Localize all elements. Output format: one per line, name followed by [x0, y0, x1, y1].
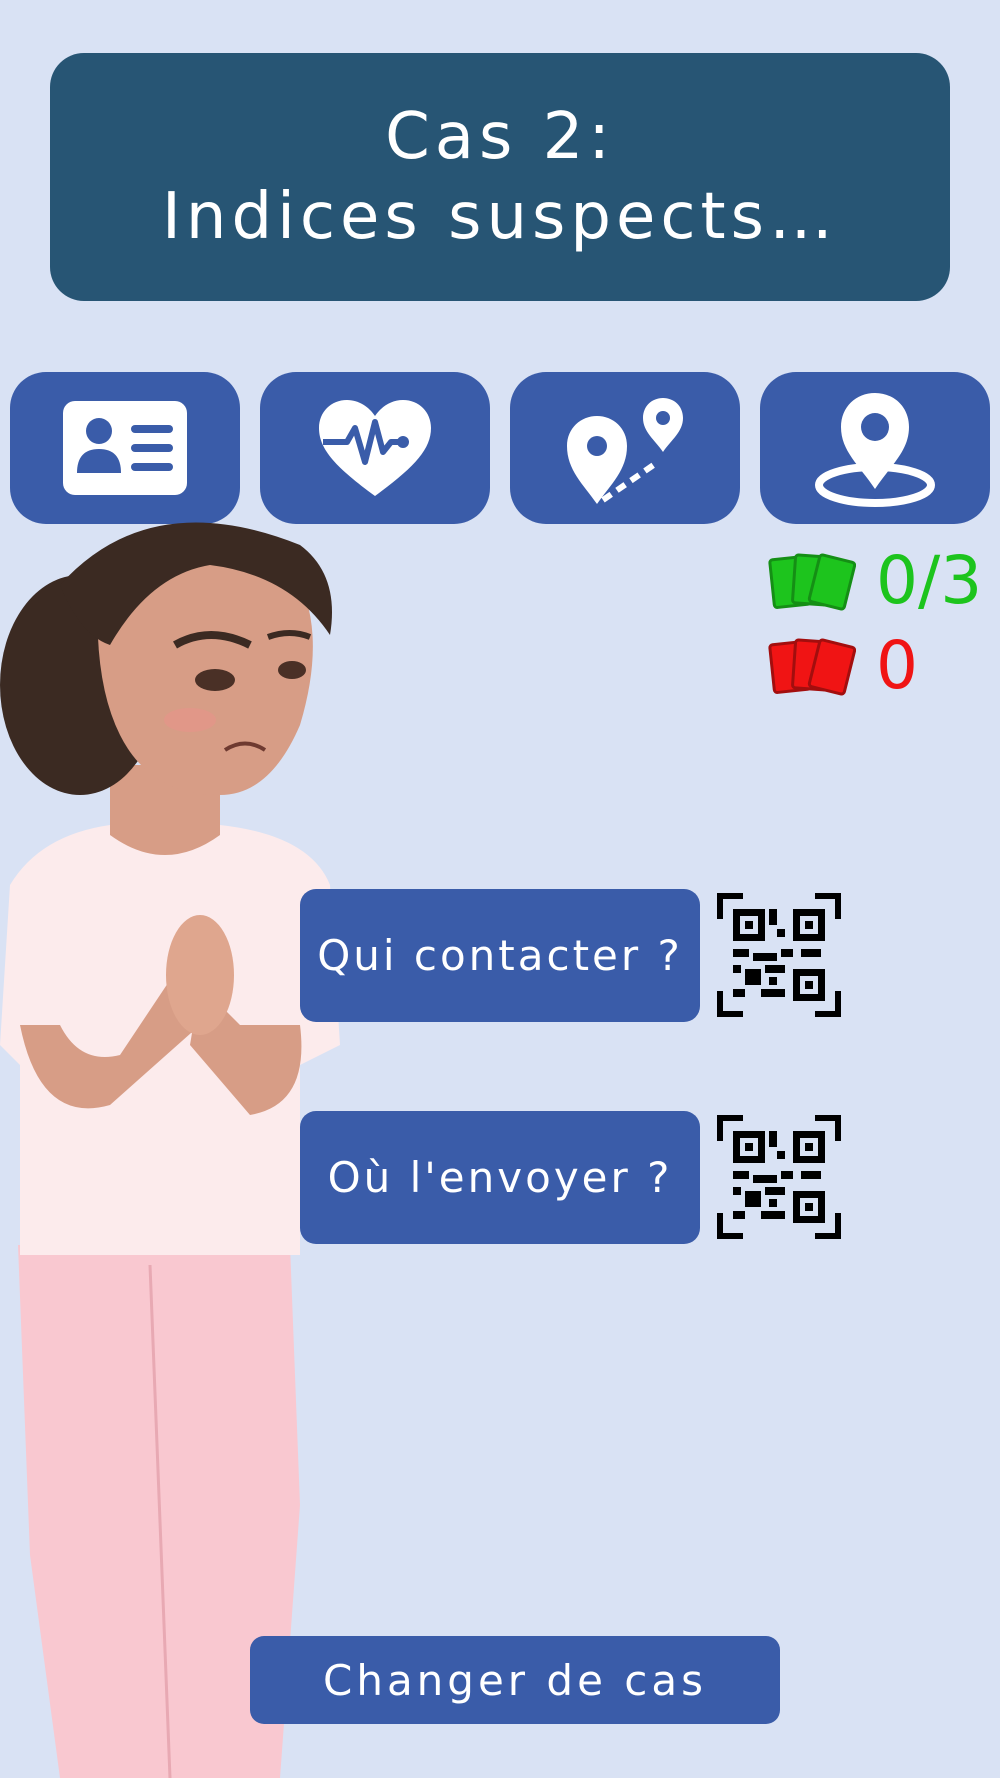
tab-location[interactable]	[760, 372, 990, 524]
qr-code-icon[interactable]	[717, 893, 841, 1017]
red-cards-icon	[768, 638, 856, 696]
green-cards-icon	[768, 553, 856, 611]
location-pin-icon	[815, 393, 935, 507]
where-to-send-button[interactable]: Où l'envoyer ?	[300, 1111, 700, 1244]
case-title-panel: Cas 2: Indices suspects…	[50, 53, 950, 301]
change-case-button[interactable]: Changer de cas	[250, 1636, 780, 1724]
tab-health[interactable]	[260, 372, 490, 524]
correct-count: 0/3	[876, 541, 983, 619]
who-to-contact-button[interactable]: Qui contacter ?	[300, 889, 700, 1022]
case-title: Indices suspects…	[162, 180, 838, 254]
heart-pulse-icon	[319, 400, 431, 496]
wrong-count: 0	[876, 626, 918, 704]
correct-counter: 0/3	[768, 540, 982, 620]
case-number: Cas 2:	[385, 100, 615, 174]
qr-code-icon[interactable]	[717, 1115, 841, 1239]
id-card-icon	[63, 401, 187, 495]
route-pins-icon	[567, 398, 683, 504]
wrong-counter: 0	[768, 625, 918, 705]
tab-identity[interactable]	[10, 372, 240, 524]
tab-route[interactable]	[510, 372, 740, 524]
